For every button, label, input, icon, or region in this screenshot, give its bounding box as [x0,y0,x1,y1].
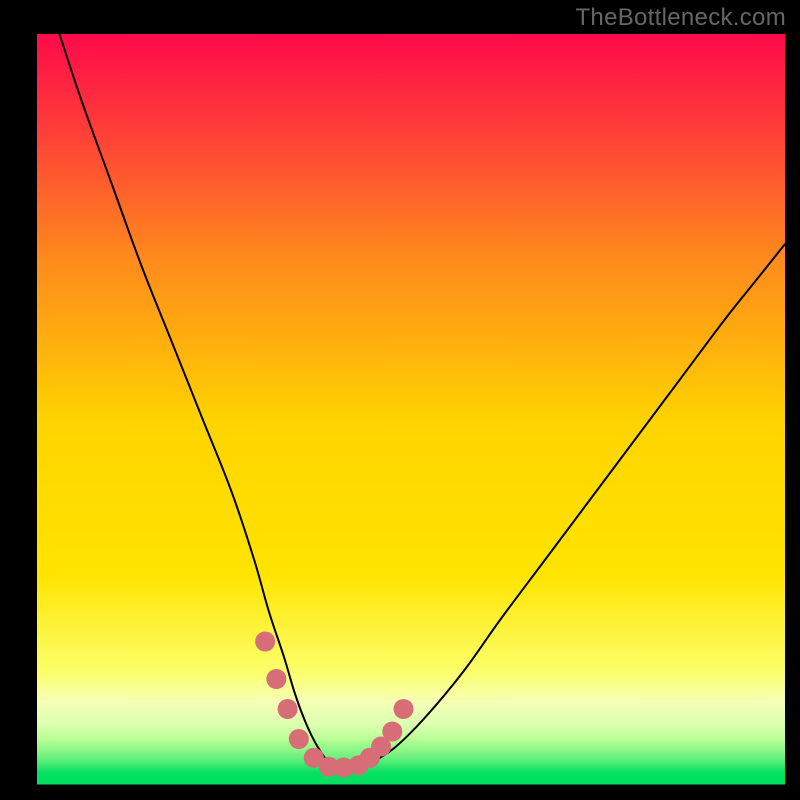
plot-background [37,34,785,784]
highlight-dot [382,722,402,742]
highlight-dot [278,699,298,719]
chart-canvas [0,0,800,800]
chart-frame: TheBottleneck.com [0,0,800,800]
highlight-dot [394,699,414,719]
watermark-text: TheBottleneck.com [575,4,786,32]
highlight-dot [289,729,309,749]
highlight-dot [266,669,286,689]
highlight-dot [255,632,275,652]
